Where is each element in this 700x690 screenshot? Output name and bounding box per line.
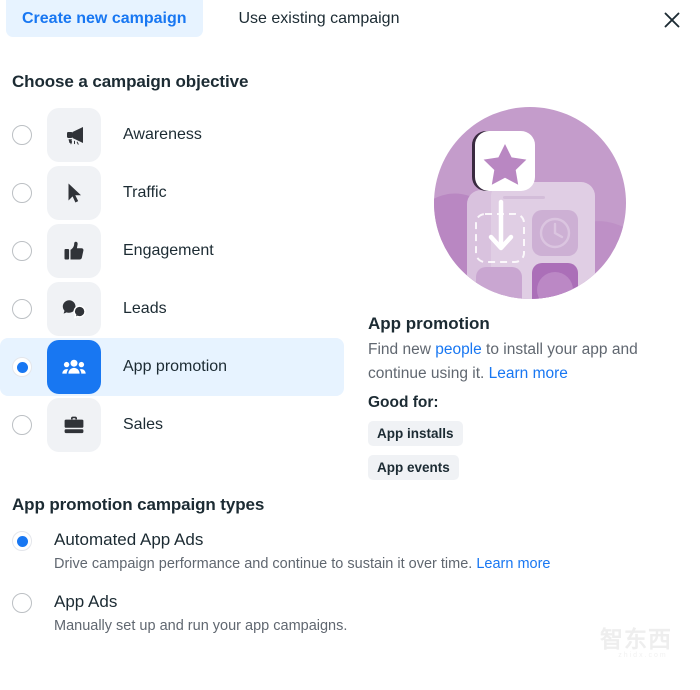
objective-row-leads[interactable]: Leads [0, 280, 344, 338]
objective-row-awareness[interactable]: Awareness [0, 106, 344, 164]
detail-desc-part1: Find new [368, 341, 436, 358]
campaign-type-text-app-ads: App Ads Manually set up and run your app… [54, 591, 347, 637]
tab-use-existing-campaign[interactable]: Use existing campaign [223, 0, 416, 37]
campaign-types-heading: App promotion campaign types [12, 495, 265, 514]
objective-row-traffic[interactable]: Traffic [0, 164, 344, 222]
objective-list: Awareness Traffic Engagement Leads App p… [0, 92, 360, 454]
objective-label-leads: Leads [123, 300, 167, 317]
tag-app-installs: App installs [368, 421, 463, 446]
objective-row-app-promotion[interactable]: App promotion [0, 338, 344, 396]
objective-radio-leads[interactable] [12, 299, 32, 319]
objective-radio-engagement[interactable] [12, 241, 32, 261]
tab-create-new-campaign[interactable]: Create new campaign [6, 0, 203, 37]
tab-bar: Create new campaign Use existing campaig… [0, 0, 700, 44]
thumbs-up-icon [47, 224, 101, 278]
campaign-type-radio-wrap-automated [12, 529, 32, 551]
objective-detail-text: App promotion Find new people to install… [360, 300, 700, 489]
app-promotion-illustration [360, 100, 700, 300]
tag-app-events: App events [368, 455, 459, 480]
campaign-type-radio-wrap-app-ads [12, 591, 32, 613]
megaphone-icon [47, 108, 101, 162]
objective-radio-app-promotion[interactable] [12, 357, 32, 377]
tag-row-app-events: App events [368, 455, 690, 489]
objective-radio-traffic[interactable] [12, 183, 32, 203]
objective-detail-panel: App promotion Find new people to install… [360, 92, 700, 489]
detail-description: Find new people to install your app and … [368, 338, 680, 386]
campaign-type-learn-more-link[interactable]: Learn more [476, 556, 550, 572]
campaign-type-radio-automated-app-ads[interactable] [12, 531, 32, 551]
objective-label-traffic: Traffic [123, 184, 167, 201]
cursor-icon [47, 166, 101, 220]
watermark-url-text: zhidx.com [618, 652, 668, 659]
briefcase-icon [47, 398, 101, 452]
objective-radio-awareness[interactable] [12, 125, 32, 145]
objective-body: Awareness Traffic Engagement Leads App p… [0, 92, 700, 489]
detail-title: App promotion [368, 314, 490, 333]
good-for-label: Good for: [368, 394, 439, 411]
objective-label-app-promotion: App promotion [123, 358, 228, 375]
objective-label-awareness: Awareness [123, 126, 202, 143]
campaign-type-desc-automated-app-ads: Drive campaign performance and continue … [54, 554, 550, 575]
campaign-types-section: App promotion campaign types Automated A… [0, 495, 700, 637]
tag-row-app-installs: App installs [368, 421, 690, 455]
people-link[interactable]: people [435, 341, 482, 358]
campaign-type-desc-text-automated: Drive campaign performance and continue … [54, 556, 477, 572]
campaign-type-title-automated-app-ads: Automated App Ads [54, 530, 204, 549]
learn-more-link[interactable]: Learn more [489, 365, 568, 382]
tab-create-new-campaign-label: Create new campaign [22, 9, 187, 27]
people-group-icon [47, 340, 101, 394]
campaign-type-row-automated-app-ads[interactable]: Automated App Ads Drive campaign perform… [12, 529, 700, 575]
campaign-type-text-automated: Automated App Ads Drive campaign perform… [54, 529, 550, 575]
close-icon [662, 10, 682, 30]
objective-row-sales[interactable]: Sales [0, 396, 344, 454]
objective-label-sales: Sales [123, 416, 164, 433]
objective-label-engagement: Engagement [123, 242, 214, 259]
tab-use-existing-campaign-label: Use existing campaign [238, 9, 400, 27]
campaign-type-radio-app-ads[interactable] [12, 593, 32, 613]
campaign-type-desc-app-ads: Manually set up and run your app campaig… [54, 618, 348, 634]
campaign-type-row-app-ads[interactable]: App Ads Manually set up and run your app… [12, 591, 700, 637]
objective-radio-sales[interactable] [12, 415, 32, 435]
close-dialog-button[interactable] [658, 6, 686, 34]
chat-bubbles-icon [47, 282, 101, 336]
campaign-type-title-app-ads: App Ads [54, 592, 118, 611]
objective-row-engagement[interactable]: Engagement [0, 222, 344, 280]
page-title: Choose a campaign objective [12, 72, 249, 91]
